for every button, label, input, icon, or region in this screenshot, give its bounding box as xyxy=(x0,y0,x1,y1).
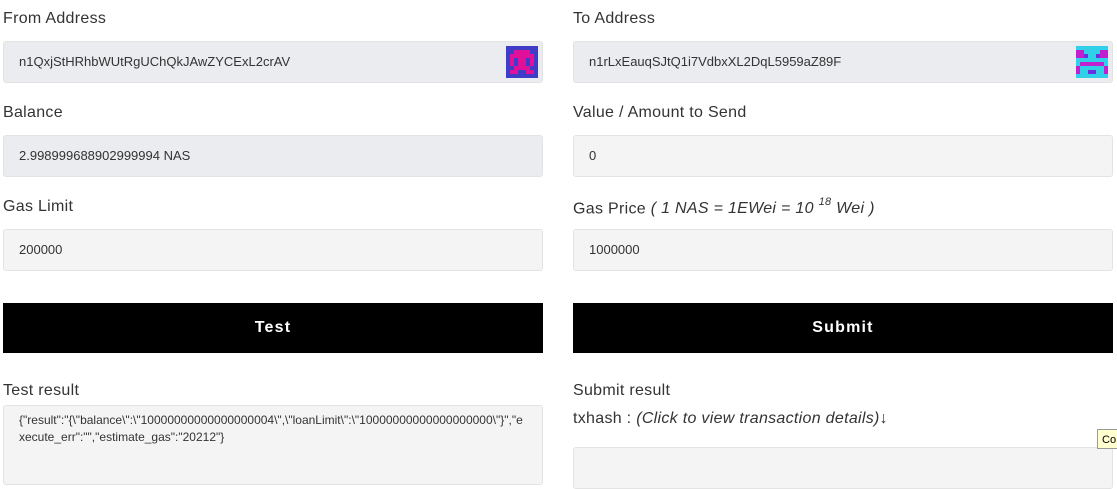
gas-price-input[interactable]: 1000000 xyxy=(573,229,1113,271)
gas-price-value: 1000000 xyxy=(589,242,640,257)
to-address-label: To Address xyxy=(573,10,656,27)
gas-limit-value: 200000 xyxy=(19,242,63,257)
txhash-field[interactable] xyxy=(573,447,1113,489)
submit-button[interactable]: Submit xyxy=(573,303,1113,353)
txhash-label: txhash : xyxy=(573,410,632,427)
to-identicon-icon xyxy=(1076,46,1108,78)
gas-price-hint-exponent: 18 xyxy=(818,196,832,208)
to-address-field[interactable]: n1rLxEauqSJtQ1i7VdbxXL2DqL5959aZ89F xyxy=(573,41,1113,83)
from-address-field[interactable]: n1QxjStHRhbWUtRgUChQkJAwZYCExL2crAV xyxy=(3,41,543,83)
test-button[interactable]: Test xyxy=(3,303,543,353)
test-result-label: Test result xyxy=(3,382,80,399)
gas-price-hint-suffix: Wei ) xyxy=(836,200,875,218)
gas-price-label: Gas Price ( 1 NAS = 1EWei = 10 18 Wei ) xyxy=(573,196,875,218)
test-result-box: {"result":"{\"balance\":\"10000000000000… xyxy=(3,405,543,485)
to-address-value: n1rLxEauqSJtQ1i7VdbxXL2DqL5959aZ89F xyxy=(589,54,842,69)
from-identicon-icon xyxy=(506,46,538,78)
gas-price-label-text: Gas Price xyxy=(573,200,646,218)
balance-field: 2.998999688902999994 NAS xyxy=(3,135,543,177)
amount-value: 0 xyxy=(589,148,597,163)
from-address-label: From Address xyxy=(3,10,107,27)
txhash-line: txhash : (Click to view transaction deta… xyxy=(573,410,888,428)
gas-price-hint: ( 1 NAS = 1EWei = 10 18 Wei ) xyxy=(650,196,875,218)
amount-label: Value / Amount to Send xyxy=(573,104,747,121)
gas-price-hint-prefix: ( 1 NAS = 1EWei = 10 xyxy=(650,200,814,218)
gas-limit-label: Gas Limit xyxy=(3,198,74,215)
test-result-text: {"result":"{\"balance\":\"10000000000000… xyxy=(19,413,523,444)
amount-input[interactable]: 0 xyxy=(573,135,1113,177)
balance-value: 2.998999688902999994 NAS xyxy=(19,148,191,163)
tooltip: Co xyxy=(1097,429,1117,449)
submit-result-label: Submit result xyxy=(573,382,671,399)
txhash-hint: (Click to view transaction details)↓ xyxy=(636,410,888,427)
gas-limit-input[interactable]: 200000 xyxy=(3,229,543,271)
from-address-value: n1QxjStHRhbWUtRgUChQkJAwZYCExL2crAV xyxy=(19,54,291,69)
balance-label: Balance xyxy=(3,104,63,121)
